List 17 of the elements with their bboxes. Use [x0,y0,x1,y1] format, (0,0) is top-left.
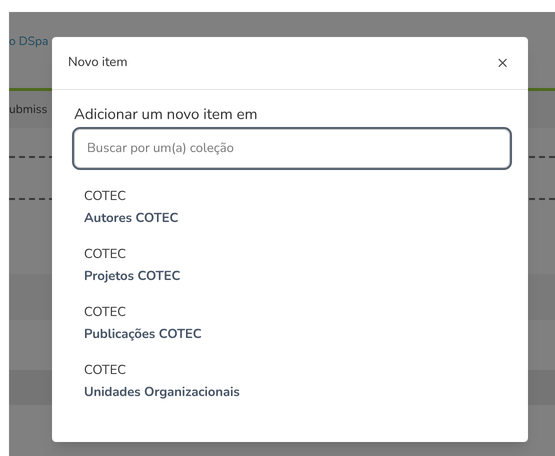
collection-item[interactable]: COTEC Projetos COTEC [84,236,496,294]
collection-name: Unidades Organizacionais [84,382,241,402]
collection-item[interactable]: COTEC Autores COTEC [84,178,496,236]
column-header: ubmiss [9,104,48,116]
collection-name: Autores COTEC [84,208,180,228]
collection-item[interactable]: COTEC Unidades Organizacionais [84,352,496,410]
parent-name: COTEC [84,244,127,264]
collection-name: Projetos COTEC [84,266,182,286]
collection-name: Publicações COTEC [84,324,203,344]
dialog-title: Novo item [68,53,128,73]
parent-name: COTEC [84,302,127,322]
close-button[interactable]: × [493,54,512,72]
collection-item[interactable]: COTEC Publicações COTEC [84,294,496,352]
parent-name: COTEC [84,360,127,380]
search-field[interactable]: Buscar por um(a) coleção [74,128,510,168]
field-label: Adicionar um novo item em [74,106,258,125]
parent-name: COTEC [84,186,127,206]
